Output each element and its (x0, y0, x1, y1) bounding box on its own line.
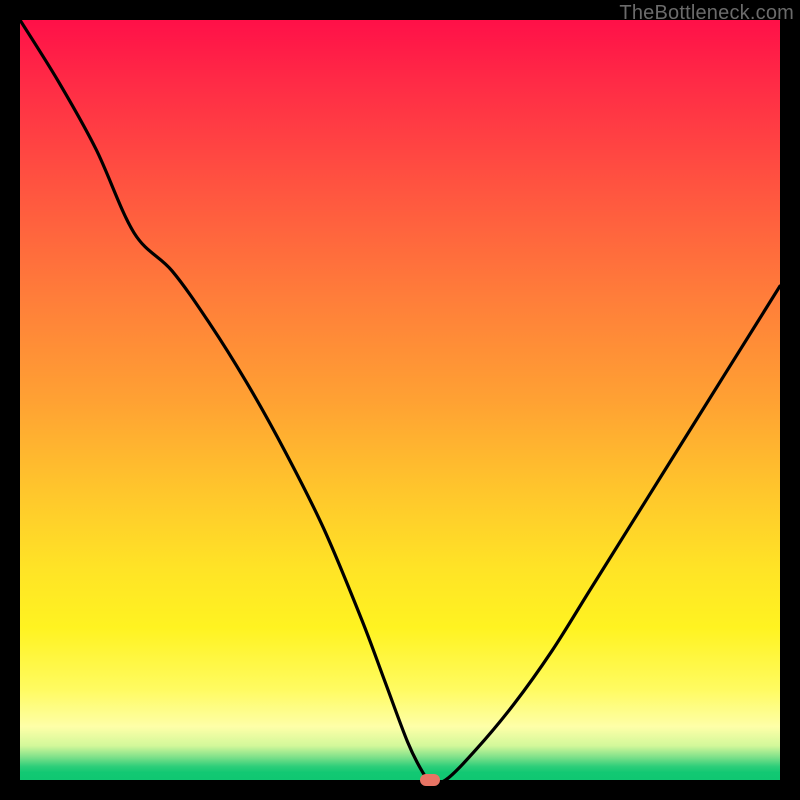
watermark-text: TheBottleneck.com (619, 2, 794, 25)
bottleneck-curve (20, 20, 780, 780)
gradient-plot-area (20, 20, 780, 780)
minimum-marker (420, 774, 440, 786)
chart-frame: TheBottleneck.com (0, 0, 800, 800)
